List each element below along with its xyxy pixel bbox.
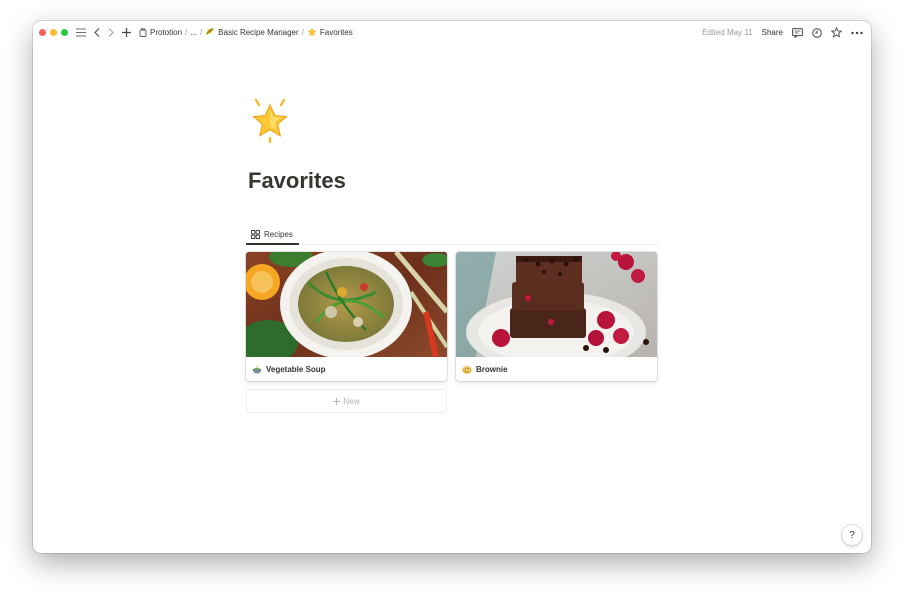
help-button[interactable]: ? — [842, 525, 862, 545]
star-emoji-icon — [307, 26, 317, 39]
new-card-button[interactable]: New — [246, 389, 447, 413]
window-controls — [39, 29, 68, 36]
breadcrumb-label: ... — [190, 28, 197, 37]
menu-icon[interactable] — [76, 28, 86, 37]
topbar-actions: Edited May 11 Share — [702, 27, 863, 38]
bowl-emoji-icon — [252, 365, 262, 373]
zoom-window-button[interactable] — [61, 29, 68, 36]
add-page-icon[interactable] — [122, 28, 131, 37]
breadcrumb-item-prototion[interactable]: Prototion — [139, 28, 182, 37]
edited-timestamp: Edited May 11 — [702, 28, 753, 37]
brownie-photo — [456, 252, 657, 357]
page-icon — [139, 28, 147, 37]
breadcrumb: Prototion / ... / Basic Recipe Manager /… — [135, 26, 353, 39]
help-label: ? — [849, 529, 855, 541]
more-options-icon[interactable] — [851, 31, 863, 35]
close-window-button[interactable] — [39, 29, 46, 36]
card-title-row: Vegetable Soup — [246, 357, 447, 381]
plus-icon — [333, 397, 341, 405]
cookie-emoji-icon — [462, 365, 472, 374]
breadcrumb-separator: / — [199, 28, 203, 37]
breadcrumb-item-favorites[interactable]: Favorites — [307, 26, 353, 39]
card-title: Vegetable Soup — [266, 364, 326, 374]
new-card-label: New — [343, 396, 360, 406]
page-title[interactable]: Favorites — [248, 168, 346, 194]
gallery-card-brownie[interactable]: Brownie — [456, 252, 657, 381]
share-button[interactable]: Share — [762, 28, 783, 37]
tab-recipes[interactable]: Recipes — [246, 225, 299, 245]
breadcrumb-item-ellipsis[interactable]: ... — [190, 28, 197, 37]
card-title: Brownie — [476, 364, 508, 374]
comment-icon[interactable] — [792, 27, 803, 38]
back-arrow-icon[interactable] — [94, 28, 100, 37]
breadcrumb-label: Favorites — [319, 28, 353, 37]
forward-arrow-icon[interactable] — [108, 28, 114, 37]
breadcrumb-separator: / — [185, 28, 188, 37]
gallery-icon — [251, 229, 260, 239]
clock-icon[interactable] — [812, 27, 822, 38]
breadcrumb-label: Basic Recipe Manager — [218, 28, 299, 37]
taco-emoji-icon — [205, 27, 215, 38]
view-tabs: Recipes — [246, 225, 658, 245]
top-bar: Prototion / ... / Basic Recipe Manager /… — [33, 21, 871, 44]
glowing-star-emoji-icon[interactable] — [248, 97, 292, 144]
app-window: Prototion / ... / Basic Recipe Manager /… — [33, 21, 871, 553]
tab-label: Recipes — [264, 229, 293, 239]
breadcrumb-item-basic-recipe-manager[interactable]: Basic Recipe Manager — [205, 27, 299, 38]
minimize-window-button[interactable] — [50, 29, 57, 36]
breadcrumb-label: Prototion — [150, 28, 183, 37]
breadcrumb-separator: / — [301, 28, 304, 37]
vegetable-soup-photo — [246, 252, 447, 357]
favorite-star-icon[interactable] — [831, 27, 842, 38]
gallery-card-vegetable-soup[interactable]: Vegetable Soup — [246, 252, 447, 381]
card-title-row: Brownie — [456, 357, 657, 381]
